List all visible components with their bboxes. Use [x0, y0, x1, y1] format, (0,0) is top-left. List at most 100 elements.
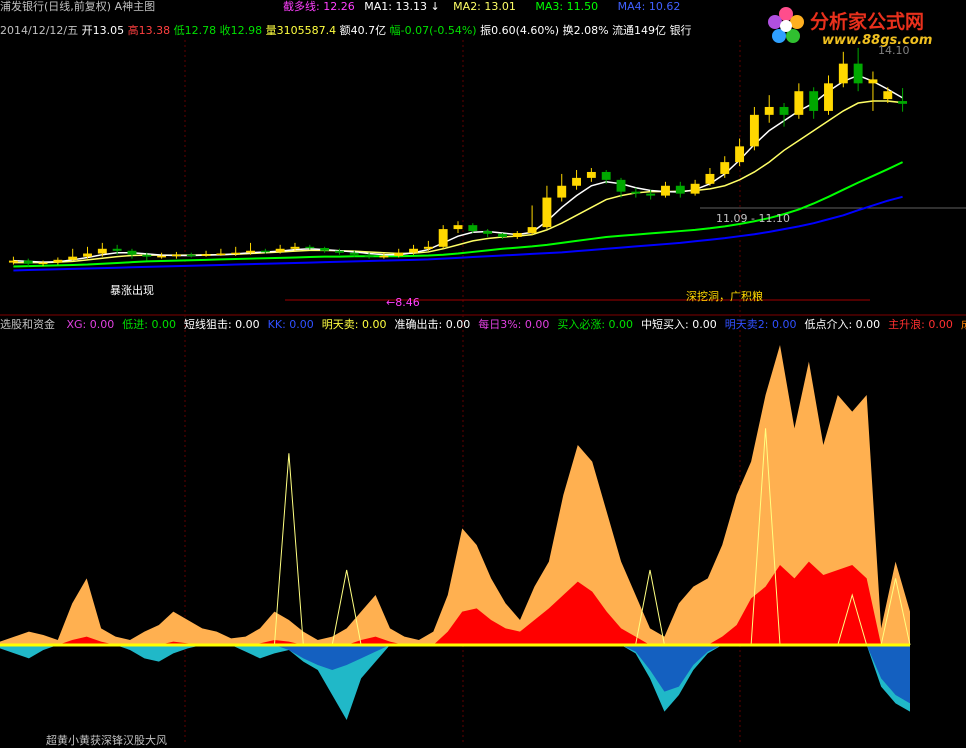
ma1-value: 13.13	[395, 0, 427, 13]
ma4-label: MA4:	[617, 0, 646, 13]
candle-body-10	[157, 255, 167, 258]
quote-high: 高13.38	[127, 24, 171, 37]
quote-open: 开13.05	[81, 24, 125, 37]
candle-body-17	[260, 250, 270, 253]
ma-legend: 截多线: 12.26 MA1: 13.13 ↓ MA2: 13.01 MA3: …	[283, 0, 680, 14]
area-blue	[0, 645, 910, 704]
ma3-value: 11.50	[566, 0, 599, 13]
quote-turnover: 换2.08%	[562, 24, 609, 37]
candle-body-26	[394, 252, 404, 256]
candle-body-9	[142, 254, 152, 257]
ma2-label: MA2:	[453, 0, 481, 13]
ma3-label: MA3:	[535, 0, 564, 13]
site-logo: 分析家公式网 www.88gs.com	[760, 2, 960, 56]
candle-body-36	[542, 197, 552, 228]
candle-body-21	[320, 248, 330, 251]
candle-body-33	[498, 233, 507, 237]
quote-amplitude: 振0.60(4.60%)	[480, 24, 560, 37]
candle-body-19	[290, 246, 300, 249]
candle-body-47	[705, 173, 715, 184]
low-price-label: ←8.46	[386, 296, 420, 309]
quote-date: 2014/12/12/五	[0, 24, 79, 37]
mid-price-label: 11.09 - 11.10	[716, 212, 790, 225]
bottom-caption: 超黄小黄获深锋汉股大风	[46, 734, 167, 747]
candle-body-7	[112, 248, 122, 251]
quote-close: 收12.98	[219, 24, 263, 37]
signal-text: 深挖洞，广积粮	[686, 290, 763, 303]
ma4-value: 10.62	[648, 0, 681, 13]
sub-item-0: XG: 0.00	[66, 318, 115, 331]
candle-body-0	[8, 260, 18, 263]
candle-body-35	[527, 227, 537, 234]
candle-body-60	[898, 101, 908, 104]
quote-float-cap: 流通149亿	[612, 24, 667, 37]
candle-body-6	[97, 248, 107, 254]
sub-item-4: 明天卖: 0.00	[321, 318, 387, 331]
candle-body-41	[616, 179, 626, 192]
sub-item-7: 买入必涨: 0.00	[557, 318, 634, 331]
candle-body-43	[646, 193, 656, 196]
ma1-arrow: ↓	[430, 0, 440, 13]
sub-item-11: 主升浪: 0.00	[888, 318, 953, 331]
candle-body-44	[661, 185, 670, 196]
candle-body-4	[68, 256, 78, 260]
candle-body-52	[779, 106, 789, 115]
candle-body-46	[690, 183, 700, 194]
quote-change: 幅-0.07(-0.54%)	[389, 24, 477, 37]
candle-body-48	[720, 162, 730, 174]
candle-body-20	[305, 246, 315, 249]
candle-body-15	[231, 252, 241, 255]
candle-body-51	[764, 106, 774, 115]
candle-body-5	[83, 253, 92, 257]
candle-body-11	[171, 254, 181, 257]
candle-body-45	[675, 185, 685, 194]
candle-body-14	[216, 253, 226, 256]
candle-body-42	[631, 191, 641, 194]
logo-title: 分析家公式网	[810, 11, 925, 33]
left-signal-text: 暴涨出现	[110, 284, 154, 297]
candle-body-28	[423, 246, 433, 249]
candle-body-2	[38, 262, 48, 265]
quote-volume: 量3105587.4	[265, 24, 337, 37]
candle-body-12	[186, 254, 196, 257]
candle-body-24	[364, 254, 374, 257]
area-cyan	[0, 645, 910, 720]
candle-body-22	[334, 250, 344, 253]
candle-body-53	[794, 91, 804, 115]
sub-item-12: 成	[961, 318, 966, 331]
stock-chart[interactable]	[0, 0, 966, 743]
candle-body-13	[201, 254, 211, 256]
quote-bar: 2014/12/12/五 开13.05 高13.38 低12.78 收12.98…	[0, 24, 692, 38]
candle-body-25	[379, 255, 389, 258]
candle-body-30	[453, 225, 463, 230]
candle-body-54	[809, 91, 819, 111]
sub-title: 选股和资金	[0, 318, 55, 331]
ind1-value: 12.26	[323, 0, 355, 13]
sub-item-5: 准确出击: 0.00	[394, 318, 471, 331]
sub-indicator-legend: 选股和资金 XG: 0.00 低进: 0.00 短线狙击: 0.00 KK: 0.00…	[0, 318, 966, 332]
candle-body-18	[275, 248, 285, 252]
sub-item-2: 短线狙击: 0.00	[183, 318, 260, 331]
candle-body-23	[349, 252, 359, 255]
candle-body-55	[824, 83, 833, 111]
candle-body-56	[838, 63, 848, 84]
sub-item-6: 每日3%: 0.00	[478, 318, 550, 331]
ma1-label: MA1:	[364, 0, 392, 13]
candle-body-39	[586, 171, 596, 178]
candle-body-29	[438, 229, 448, 247]
sub-item-1: 低进: 0.00	[122, 318, 176, 331]
quote-low: 低12.78	[173, 24, 217, 37]
ma2-value: 13.01	[484, 0, 516, 13]
candle-body-3	[53, 259, 63, 263]
sub-item-8: 中短买入: 0.00	[641, 318, 717, 331]
candle-body-37	[557, 185, 567, 198]
candle-body-8	[127, 250, 137, 255]
ma2-line	[13, 100, 903, 264]
candle-body-59	[883, 91, 893, 100]
candle-body-58	[868, 79, 878, 84]
quote-sector: 银行	[669, 24, 692, 37]
candle-body-57	[853, 63, 863, 84]
candle-body-32	[483, 231, 493, 234]
candle-body-31	[468, 225, 478, 232]
hi-price-label: 14.10	[878, 44, 910, 57]
